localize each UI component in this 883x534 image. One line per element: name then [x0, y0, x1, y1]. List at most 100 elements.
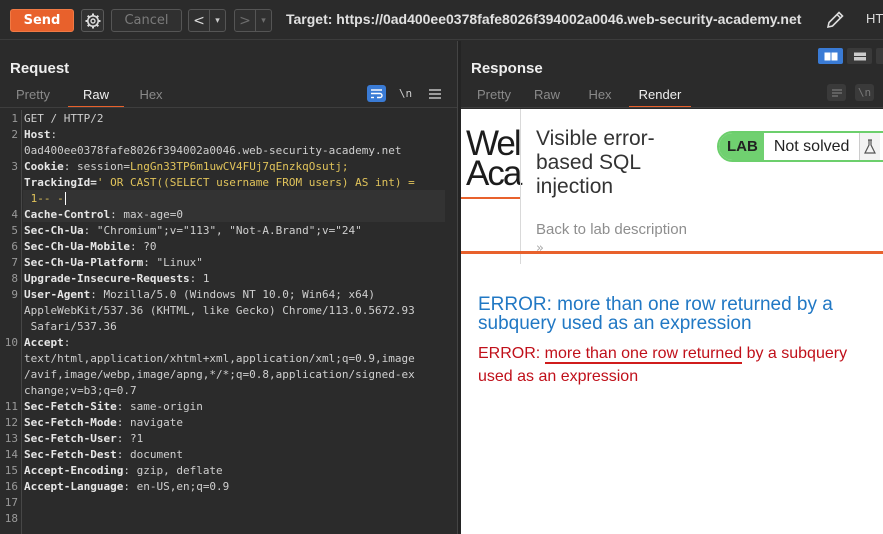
request-line: 14 Sec-Fetch-Dest: document	[0, 447, 457, 463]
line-number: 13	[4, 432, 18, 445]
layout-stacked-button[interactable]	[847, 48, 872, 64]
tab-raw[interactable]: Raw	[533, 84, 561, 108]
tab-pretty[interactable]: Pretty	[475, 84, 513, 108]
settings-button[interactable]	[81, 9, 104, 32]
request-line: 1 GET / HTTP/2	[0, 111, 457, 127]
header-value: 0ad400ee0378fafe8026f394002a0046.web-sec…	[24, 144, 402, 157]
tab-hex[interactable]: Hex	[138, 84, 164, 108]
line-text: 1-- -	[24, 191, 66, 207]
line-text: Sec-Ch-Ua: "Chromium";v="113", "Not-A.Br…	[24, 223, 362, 239]
request-line: 1-- -	[0, 191, 457, 207]
header-value: : navigate	[116, 416, 183, 429]
error-message: ERROR: more than one row returned by a s…	[478, 342, 878, 388]
request-line: 13 Sec-Fetch-User: ?1	[0, 431, 457, 447]
pencil-icon	[826, 11, 844, 29]
layout-tabs-button[interactable]	[876, 48, 883, 64]
tab-hex[interactable]: Hex	[587, 84, 613, 108]
http-version-label[interactable]: HTTP/2	[866, 11, 883, 26]
tab-raw[interactable]: Raw	[68, 84, 124, 108]
request-line: 3 Cookie: session=LngGn33TP6m1uwCV4FUj7qE…	[0, 159, 457, 175]
response-wrap-toggle[interactable]	[827, 84, 846, 101]
request-line: 8 Upgrade-Insecure-Requests: 1	[0, 271, 457, 287]
line-number: 18	[4, 512, 18, 525]
lab-status-text: Not solved	[763, 133, 861, 160]
line-text: 0ad400ee0378fafe8026f394002a0046.web-sec…	[24, 143, 402, 159]
header-name: Sec-Fetch-Dest	[24, 448, 117, 461]
request-line: TrackingId=' OR CAST((SELECT username FR…	[0, 175, 457, 191]
header-value: : en-US,en;q=0.9	[123, 480, 230, 493]
response-newline-toggle[interactable]: \n	[855, 84, 874, 101]
line-text: GET / HTTP/2	[24, 111, 103, 127]
header-value: : gzip, deflate	[123, 464, 223, 477]
header-orange-rule	[461, 251, 883, 254]
request-line: 17	[0, 495, 457, 511]
lab-status-badge: LAB Not solved	[717, 131, 883, 162]
header-value: : 1	[189, 272, 210, 285]
line-text: Accept-Encoding: gzip, deflate	[24, 463, 223, 479]
line-text: Safari/537.36	[24, 319, 117, 335]
gear-icon	[85, 13, 100, 28]
header-value: : Mozilla/5.0 (Windows NT 10.0; Win64; x…	[90, 288, 376, 301]
request-view-icons: \n	[367, 85, 444, 102]
request-tabs-divider	[0, 107, 457, 108]
line-number: 11	[4, 400, 18, 413]
header-value: : "Chromium";v="113", "Not-A.Brand";v="2…	[83, 224, 362, 237]
request-menu-button[interactable]	[425, 85, 444, 102]
header-value: /avif,image/webp,image/apng,*/*;q=0.8,ap…	[24, 368, 415, 381]
rows-icon	[853, 52, 866, 60]
line-number: 3	[11, 160, 18, 173]
tab-render[interactable]: Render	[629, 84, 691, 108]
header-value: 1-- -	[24, 192, 64, 205]
request-line: 15 Accept-Encoding: gzip, deflate	[0, 463, 457, 479]
request-line: /avif,image/webp,image/apng,*/*;q=0.8,ap…	[0, 367, 457, 383]
line-number: 17	[4, 496, 18, 509]
header-value: : document	[116, 448, 183, 461]
edit-target-button[interactable]	[824, 9, 846, 31]
word-wrap-toggle[interactable]	[367, 85, 386, 102]
history-forward-group: > ▾	[234, 9, 272, 32]
request-editor[interactable]: 1 GET / HTTP/2 2 Host: 0ad400ee0378fafe8026f…	[0, 110, 457, 534]
header-value: : same-origin	[116, 400, 203, 413]
error-underlined-text: more than one row returned	[544, 345, 743, 364]
request-title: Request	[10, 60, 70, 77]
line-number: 9	[11, 288, 18, 301]
toolbar: Send Cancel < ▾ > ▾ Target: https://0ad4…	[0, 0, 883, 40]
layout-side-by-side-button[interactable]	[818, 48, 843, 64]
line-number: 14	[4, 448, 18, 461]
columns-icon	[824, 52, 837, 60]
line-text: Sec-Fetch-User: ?1	[24, 431, 143, 447]
newline-toggle[interactable]: \n	[396, 85, 415, 102]
forward-history-dropdown[interactable]: ▾	[255, 10, 271, 31]
request-line: 12 Sec-Fetch-Mode: navigate	[0, 415, 457, 431]
rendered-page: Wel Aca Visible error-based SQL injectio…	[461, 109, 883, 534]
back-button[interactable]: <	[189, 10, 209, 31]
back-to-lab-link[interactable]: Back to lab description	[536, 221, 687, 238]
header-value: : session=	[63, 160, 130, 173]
line-text: AppleWebKit/537.36 (KHTML, like Gecko) C…	[24, 303, 415, 319]
tab-pretty[interactable]: Pretty	[14, 84, 52, 108]
response-pane: Response Pretty Raw Hex Render \n Wel Ac…	[461, 41, 883, 534]
header-name: Accept-Language	[24, 480, 124, 493]
line-number: 10	[4, 336, 18, 349]
request-line: 7 Sec-Ch-Ua-Platform: "Linux"	[0, 255, 457, 271]
header-name: Sec-Ch-Ua-Platform	[24, 256, 144, 269]
header-name: Host	[24, 128, 51, 141]
line-number: 5	[11, 224, 18, 237]
request-line: change;v=b3;q=0.7	[0, 383, 457, 399]
send-button[interactable]: Send	[10, 9, 74, 32]
back-history-dropdown[interactable]: ▾	[209, 10, 225, 31]
line-number: 1	[11, 112, 18, 125]
forward-button[interactable]: >	[235, 10, 255, 31]
request-line: 5 Sec-Ch-Ua: "Chromium";v="113", "Not-A.B…	[0, 223, 457, 239]
header-value: TrackingId=	[24, 176, 97, 189]
line-text: User-Agent: Mozilla/5.0 (Windows NT 10.0…	[24, 287, 375, 303]
line-number: 16	[4, 480, 18, 493]
line-number: 7	[11, 256, 18, 269]
line-text: change;v=b3;q=0.7	[24, 383, 137, 399]
wrap-icon	[831, 88, 842, 97]
line-text: Sec-Fetch-Site: same-origin	[24, 399, 203, 415]
cancel-button[interactable]: Cancel	[111, 9, 182, 32]
line-text: Host:	[24, 127, 57, 143]
academy-logo: Wel Aca	[466, 126, 522, 191]
header-name: Sec-Fetch-Site	[24, 400, 117, 413]
